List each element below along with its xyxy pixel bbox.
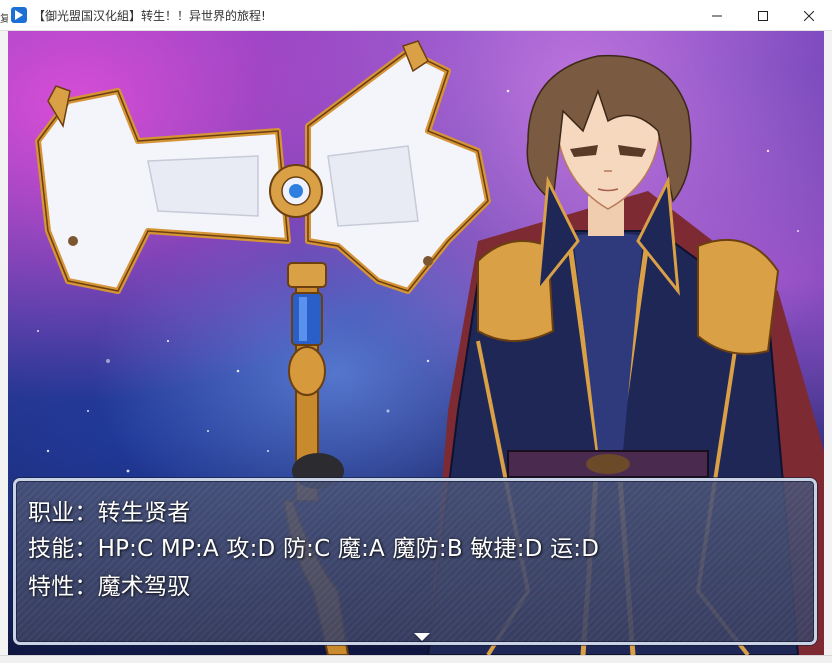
window-title: 【御光盟国汉化組】转生！！异世界的旅程!: [33, 8, 266, 23]
app-icon: [11, 7, 27, 23]
close-button[interactable]: [786, 0, 832, 31]
message-line-job: 职业：转生贤者: [28, 500, 191, 526]
minimize-icon: [712, 15, 722, 16]
window-controls: [694, 0, 832, 31]
close-icon: [804, 10, 814, 21]
background-window-text: 复: [0, 14, 8, 25]
down-triangle-icon[interactable]: [414, 633, 430, 641]
game-viewport[interactable]: 职业：转生贤者 技能：HP:C MP:A 攻:D 防:C 魔:A 魔防:B 敏捷…: [8, 31, 824, 655]
maximize-button[interactable]: [740, 0, 786, 31]
taskbar-strip: [0, 655, 832, 663]
message-window[interactable]: 职业：转生贤者 技能：HP:C MP:A 攻:D 防:C 魔:A 魔防:B 敏捷…: [13, 478, 817, 645]
minimize-button[interactable]: [694, 0, 740, 31]
maximize-icon: [758, 10, 768, 21]
title-bar: 复 【御光盟国汉化組】转生！！异世界的旅程!: [0, 0, 832, 31]
message-line-trait: 特性：魔术驾驭: [28, 574, 191, 600]
message-line-skills: 技能：HP:C MP:A 攻:D 防:C 魔:A 魔防:B 敏捷:D 运:D: [28, 536, 600, 562]
